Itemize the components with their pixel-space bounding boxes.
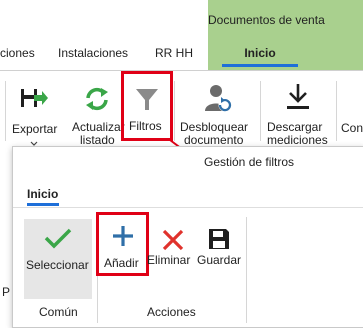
anadir-button[interactable]: Añadir xyxy=(96,212,149,276)
ribbon-separator xyxy=(336,81,337,141)
tab-instalaciones[interactable]: Instalaciones xyxy=(58,46,128,60)
popup-title: Gestión de filtros xyxy=(204,155,295,169)
check-icon xyxy=(44,228,72,249)
active-tab-underline xyxy=(222,64,298,67)
descargar-mediciones-button[interactable]: Descargar mediciones xyxy=(264,79,334,147)
unlock-user-icon xyxy=(205,85,232,112)
group-label-acciones: Acciones xyxy=(147,305,196,319)
refresh-icon xyxy=(86,87,108,111)
anadir-label: Añadir xyxy=(104,256,139,270)
ribbon-separator xyxy=(260,81,261,141)
save-floppy-icon xyxy=(209,229,229,249)
exportar-label: Exportar xyxy=(12,122,58,136)
delete-x-icon xyxy=(162,229,184,251)
download-icon xyxy=(287,84,309,109)
export-icon xyxy=(21,89,48,107)
popup-tab-divider xyxy=(13,207,363,208)
popup-tab-underline xyxy=(27,203,59,206)
filtros-button[interactable]: Filtros xyxy=(121,71,173,141)
plus-icon xyxy=(113,226,133,246)
tab-ciones[interactable]: ciones xyxy=(0,46,35,60)
ribbon-separator xyxy=(5,81,6,141)
ribbon-tab-bar: ciones Instalaciones RR HH Documentos de… xyxy=(0,0,363,71)
eliminar-label: Eliminar xyxy=(147,253,191,267)
cut-off-ribbon-label[interactable]: Con xyxy=(341,122,363,135)
popup-tab-inicio[interactable]: Inicio xyxy=(27,187,58,201)
actualizar-listado-button[interactable]: Actualizar listado xyxy=(68,79,126,147)
ribbon-separator xyxy=(174,81,175,141)
filtros-label: Filtros xyxy=(129,119,162,133)
seleccionar-label: Seleccionar xyxy=(26,258,89,272)
seleccionar-button[interactable]: Seleccionar xyxy=(24,219,92,299)
popup-group-separator xyxy=(246,217,247,323)
eliminar-button[interactable]: Eliminar xyxy=(147,219,197,275)
context-tab-title: Documentos de venta xyxy=(208,13,325,27)
tab-inicio[interactable]: Inicio xyxy=(208,46,312,60)
filter-funnel-icon xyxy=(136,89,158,110)
tab-rrhh[interactable]: RR HH xyxy=(155,46,193,60)
desbloquear-documento-button[interactable]: Desbloquear documento xyxy=(178,79,254,147)
context-tab-documentos-venta: Documentos de venta Inicio xyxy=(208,0,363,70)
guardar-button[interactable]: Guardar xyxy=(197,219,243,275)
group-label-comun: Común xyxy=(39,305,78,319)
guardar-label: Guardar xyxy=(197,253,242,267)
cut-off-left-label: P xyxy=(2,285,11,299)
exportar-button[interactable]: Exportar xyxy=(8,79,60,147)
gestion-filtros-popup: Gestión de filtros Inicio Seleccionar Añ… xyxy=(12,146,363,328)
